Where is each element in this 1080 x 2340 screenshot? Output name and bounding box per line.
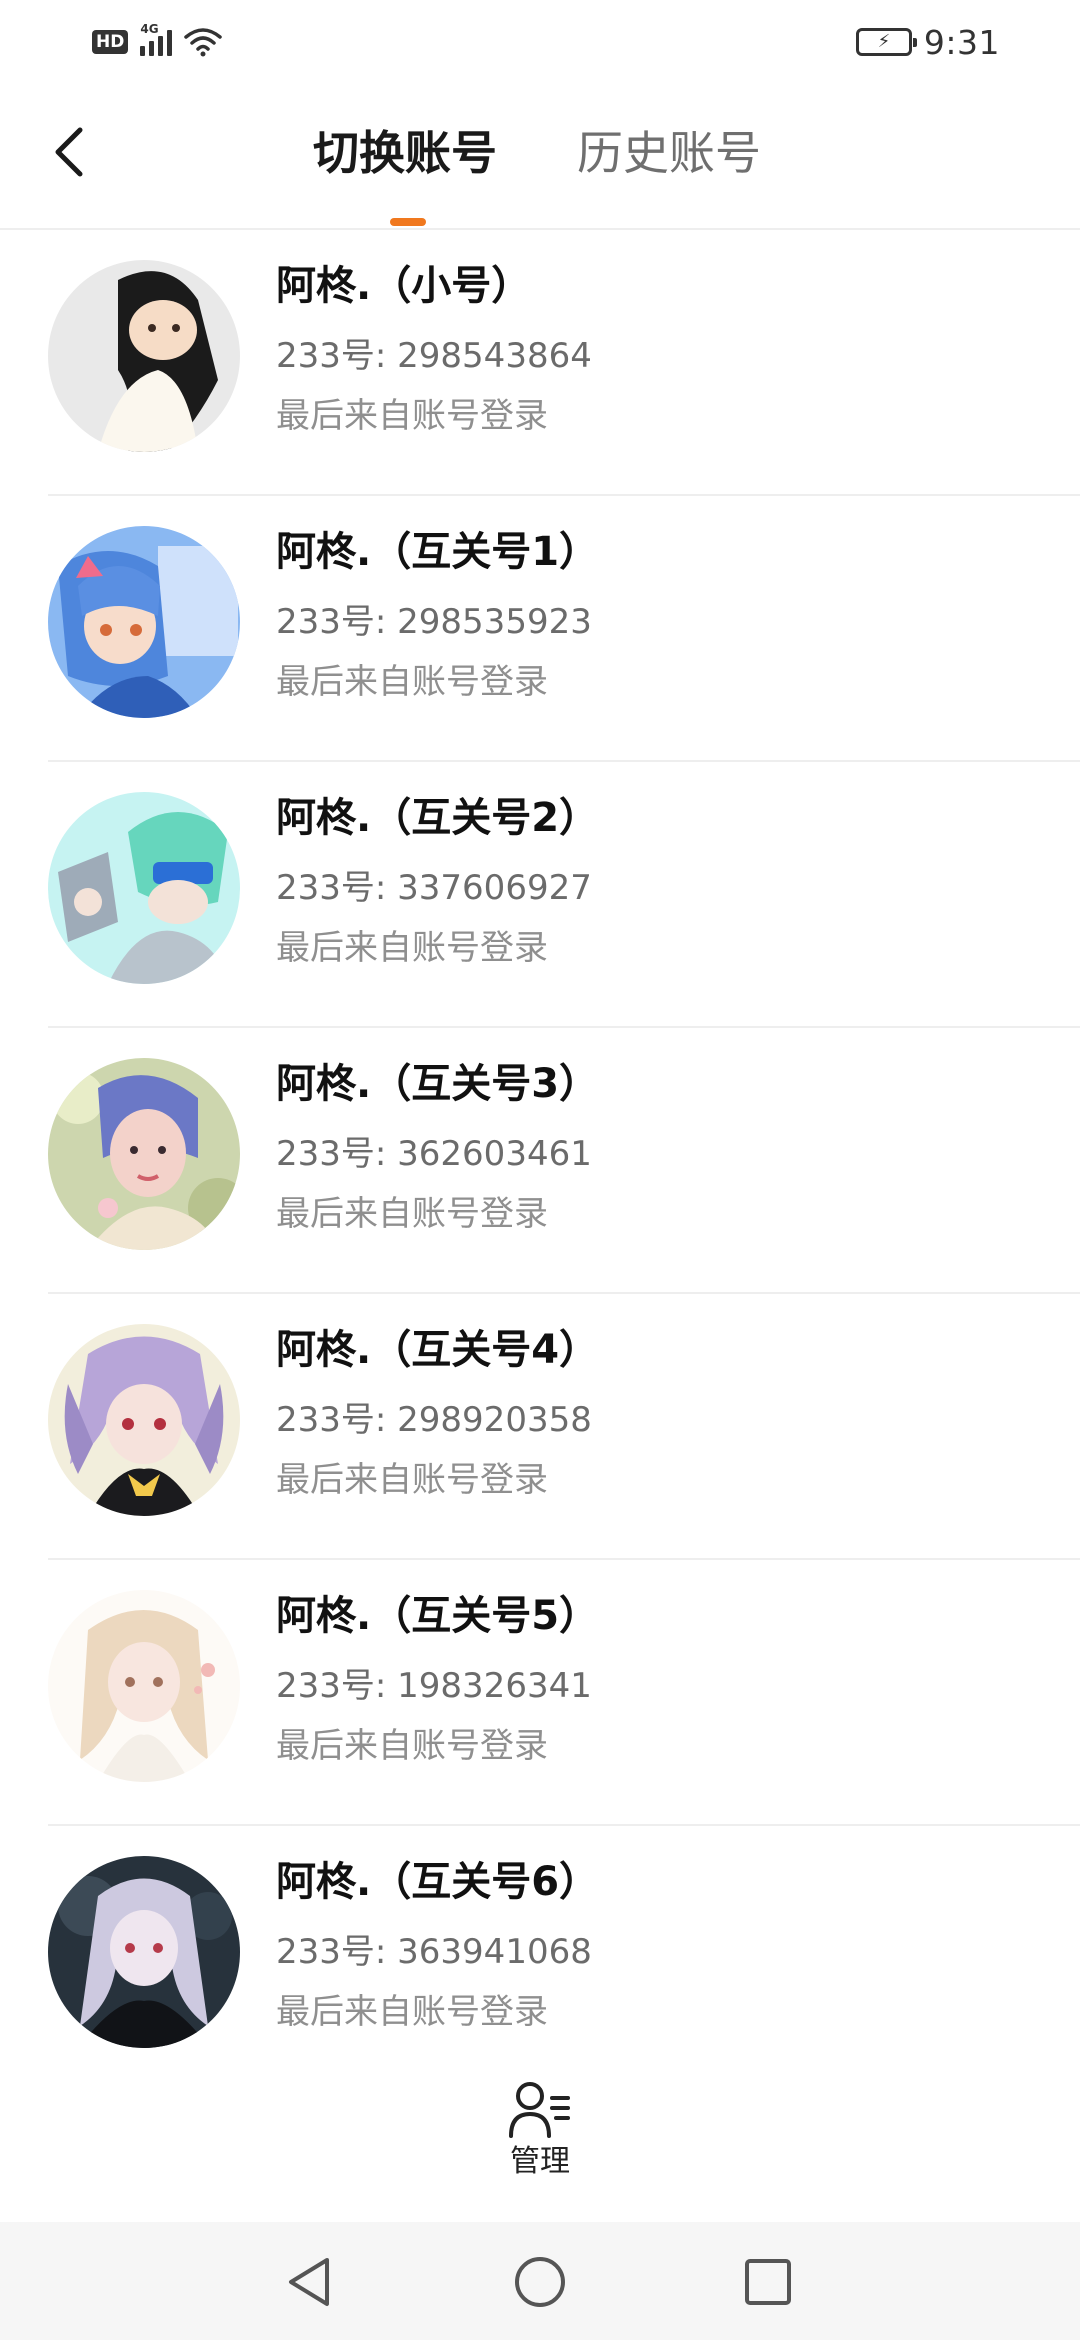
- battery-charging-icon: ⚡: [855, 28, 917, 56]
- switch-account-screen: HD 4G ⚡ 9:31 切换账号 历史账号 阿柊.（小号） 233号: 298…: [0, 0, 1080, 2340]
- chevron-left-icon: [55, 127, 83, 177]
- avatar-image: [48, 792, 240, 984]
- avatar: [48, 1324, 240, 1516]
- avatar-image: [48, 1590, 240, 1782]
- network-type-label: 4G: [140, 22, 159, 36]
- account-item[interactable]: 阿柊.（小号） 233号: 298543864 最后来自账号登录: [0, 230, 1080, 496]
- account-login-source: 最后来自账号登录: [276, 662, 548, 702]
- tab-switch-account[interactable]: 切换账号: [313, 126, 497, 180]
- tab-history-account[interactable]: 历史账号: [577, 126, 761, 180]
- hd-badge: HD: [92, 30, 129, 54]
- account-name: 阿柊.（互关号1）: [276, 529, 600, 575]
- account-name: 阿柊.（互关号3）: [276, 1061, 600, 1107]
- account-id: 233号: 298535923: [276, 602, 592, 642]
- account-login-source: 最后来自账号登录: [276, 1460, 548, 1500]
- account-item[interactable]: 阿柊.（互关号1） 233号: 298535923 最后来自账号登录: [0, 496, 1080, 762]
- active-tab-indicator: [390, 218, 426, 226]
- back-triangle-icon: [289, 2258, 329, 2306]
- status-left: HD 4G: [92, 22, 223, 57]
- account-list: 阿柊.（小号） 233号: 298543864 最后来自账号登录 阿柊.（互关号…: [0, 230, 1080, 2092]
- manage-button[interactable]: 管理: [490, 2080, 590, 2200]
- user-manage-icon: [509, 2082, 570, 2138]
- account-id: 233号: 362603461: [276, 1134, 592, 1174]
- account-name: 阿柊.（互关号5）: [276, 1593, 600, 1639]
- nav-recents-button[interactable]: [736, 2250, 800, 2314]
- wifi-icon: [184, 28, 223, 57]
- account-login-source: 最后来自账号登录: [276, 396, 548, 436]
- avatar: [48, 260, 240, 452]
- avatar: [48, 1590, 240, 1782]
- account-item[interactable]: 阿柊.（互关号5） 233号: 198326341 最后来自账号登录: [0, 1560, 1080, 1826]
- manage-label: 管理: [510, 2144, 570, 2179]
- account-item[interactable]: 阿柊.（互关号3） 233号: 362603461 最后来自账号登录: [0, 1028, 1080, 1294]
- avatar-image: [48, 1856, 240, 2048]
- account-item[interactable]: 阿柊.（互关号2） 233号: 337606927 最后来自账号登录: [0, 762, 1080, 1028]
- status-right: ⚡ 9:31: [855, 22, 1000, 62]
- account-item[interactable]: 阿柊.（互关号4） 233号: 298920358 最后来自账号登录: [0, 1294, 1080, 1560]
- nav-back-button[interactable]: [277, 2250, 341, 2314]
- account-id: 233号: 337606927: [276, 868, 592, 908]
- account-id: 233号: 363941068: [276, 1932, 592, 1972]
- avatar: [48, 1856, 240, 2048]
- system-nav-bar: [0, 2222, 1080, 2340]
- home-circle-icon: [515, 2257, 565, 2307]
- recents-square-icon: [745, 2259, 791, 2305]
- account-login-source: 最后来自账号登录: [276, 1194, 548, 1234]
- account-id: 233号: 198326341: [276, 1666, 592, 1706]
- avatar-image: [48, 260, 240, 452]
- account-name: 阿柊.（互关号2）: [276, 795, 600, 841]
- header: 切换账号 历史账号: [0, 100, 1080, 228]
- account-login-source: 最后来自账号登录: [276, 1726, 548, 1766]
- avatar-image: [48, 1058, 240, 1250]
- avatar-image: [48, 1324, 240, 1516]
- back-button[interactable]: [38, 120, 102, 184]
- avatar: [48, 792, 240, 984]
- account-login-source: 最后来自账号登录: [276, 928, 548, 968]
- status-time: 9:31: [923, 22, 1000, 62]
- account-name: 阿柊.（互关号6）: [276, 1859, 600, 1905]
- account-id: 233号: 298543864: [276, 336, 592, 376]
- account-name: 阿柊.（互关号4）: [276, 1327, 600, 1373]
- account-login-source: 最后来自账号登录: [276, 1992, 548, 2032]
- account-item[interactable]: 阿柊.（互关号6） 233号: 363941068 最后来自账号登录: [0, 1826, 1080, 2092]
- status-bar: HD 4G ⚡ 9:31: [0, 0, 1080, 84]
- account-name: 阿柊.（小号）: [276, 263, 532, 309]
- avatar: [48, 1058, 240, 1250]
- account-id: 233号: 298920358: [276, 1400, 592, 1440]
- avatar-image: [48, 526, 240, 718]
- nav-home-button[interactable]: [508, 2250, 572, 2314]
- cellular-signal-icon: 4G: [140, 22, 173, 56]
- avatar: [48, 526, 240, 718]
